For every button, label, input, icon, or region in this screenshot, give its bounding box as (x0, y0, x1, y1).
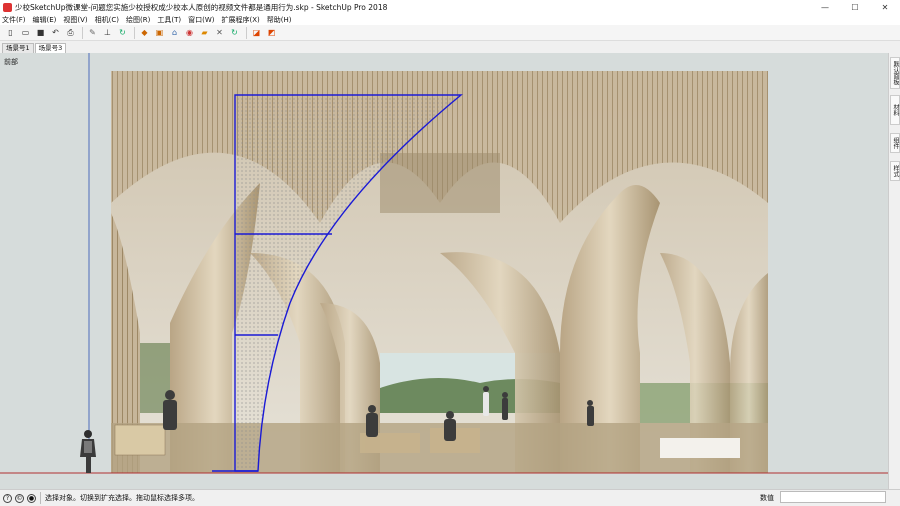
maximize-button[interactable]: ☐ (840, 0, 870, 14)
window-controls: — ☐ ✕ (810, 0, 900, 14)
save-icon[interactable]: ■ (34, 26, 47, 39)
menu-draw[interactable]: 绘图(R) (126, 15, 150, 25)
drawing-viewport[interactable]: 前部 (0, 53, 888, 489)
model-canvas (0, 53, 888, 474)
tray-tab-default[interactable]: 默认面板 (890, 57, 900, 89)
menu-file[interactable]: 文件(F) (2, 15, 26, 25)
geo-location-icon[interactable]: ? (3, 493, 12, 503)
camera-icon[interactable]: ▰ (198, 26, 211, 39)
rotate-icon[interactable]: ↻ (116, 26, 129, 39)
toolbar-divider (82, 26, 83, 39)
tab-scene-3[interactable]: 场景号3 (34, 43, 67, 53)
credits-icon[interactable]: © (15, 493, 24, 503)
open-icon[interactable]: ▭ (19, 26, 32, 39)
menu-window[interactable]: 窗口(W) (188, 15, 214, 25)
window-title: 少校SketchUp微课堂-问题您实施少校授权成少校本人原创的视频文件都是通用行… (15, 2, 388, 12)
menu-bar: 文件(F) 编辑(E) 视图(V) 相机(C) 绘图(R) 工具(T) 窗口(W… (0, 14, 900, 25)
sketchup-logo-icon (3, 2, 12, 12)
default-tray: 默认面板 材料 组件 样式 (888, 53, 900, 489)
user-icon[interactable]: ● (27, 493, 36, 503)
tools-icon[interactable]: ✕ (213, 26, 226, 39)
scene-tabs: 场景号1 场景号3 (0, 41, 900, 53)
refresh-icon[interactable]: ↻ (228, 26, 241, 39)
tape-icon[interactable]: ⊥ (101, 26, 114, 39)
menu-tools[interactable]: 工具(T) (157, 15, 181, 25)
tray-tab-materials[interactable]: 材料 (890, 95, 900, 125)
toolbar-divider (134, 26, 135, 39)
menu-help[interactable]: 帮助(H) (267, 15, 292, 25)
menu-edit[interactable]: 编辑(E) (33, 15, 57, 25)
measurements-input[interactable] (780, 491, 886, 503)
close-button[interactable]: ✕ (870, 0, 900, 14)
menu-extensions[interactable]: 扩展程序(X) (221, 15, 259, 25)
reference-photo (111, 71, 768, 473)
print-icon[interactable]: ⎙ (64, 26, 77, 39)
paint-icon[interactable]: ◆ (138, 26, 151, 39)
menu-camera[interactable]: 相机(C) (95, 15, 119, 25)
tab-scene-1[interactable]: 场景号1 (2, 43, 34, 53)
tray-tab-components[interactable]: 组件 (890, 133, 900, 153)
new-icon[interactable]: ▯ (4, 26, 17, 39)
status-divider (40, 492, 41, 504)
menu-view[interactable]: 视图(V) (63, 15, 87, 25)
status-message: 选择对象。切换到扩充选择。拖动鼠标选择多项。 (45, 494, 199, 502)
undo-icon[interactable]: ↶ (49, 26, 62, 39)
section-icon[interactable]: ◪ (250, 26, 263, 39)
toolbar-divider (246, 26, 247, 39)
component-icon[interactable]: ▣ (153, 26, 166, 39)
minimize-button[interactable]: — (810, 0, 840, 14)
tray-tab-styles[interactable]: 样式 (890, 161, 900, 181)
measurements-label: 数值 (760, 494, 774, 502)
section-fill-icon[interactable]: ◩ (265, 26, 278, 39)
pencil-icon[interactable]: ✎ (86, 26, 99, 39)
title-bar: 少校SketchUp微课堂-问题您实施少校授权成少校本人原创的视频文件都是通用行… (0, 0, 900, 14)
toolbar: ▯ ▭ ■ ↶ ⎙ ✎ ⊥ ↻ ◆ ▣ ⌂ ◉ ▰ ✕ ↻ ◪ ◩ (0, 25, 900, 41)
extension-icon[interactable]: ◉ (183, 26, 196, 39)
warehouse-icon[interactable]: ⌂ (168, 26, 181, 39)
scale-figure[interactable] (80, 430, 96, 473)
